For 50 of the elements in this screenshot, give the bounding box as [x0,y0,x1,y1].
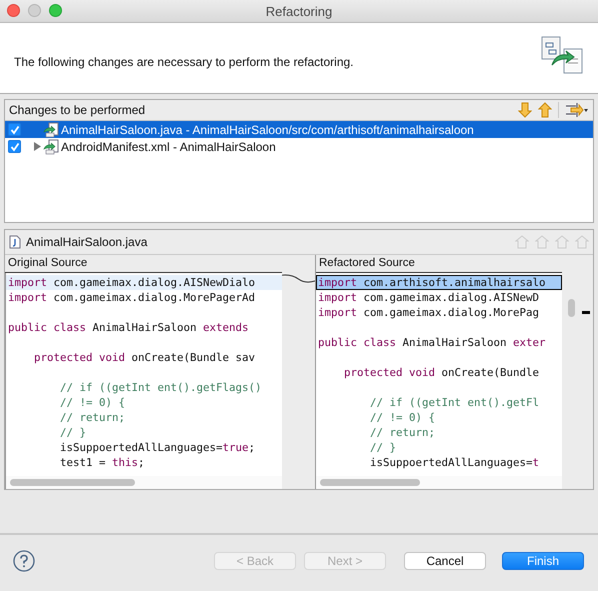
code-line: protected void onCreate(Bundle [343,366,540,379]
scrollbar-thumb[interactable] [568,299,575,317]
code-line: // return; [59,411,126,424]
changes-title: Changes to be performed [9,103,146,117]
scrollbar-thumb[interactable] [320,479,420,486]
minimize-icon[interactable] [28,4,41,17]
scrollbar-thumb[interactable] [10,479,135,486]
code-line: isSuppoertedAllLanguages=t [369,456,540,469]
code-line: // } [369,441,396,454]
file-change-icon [43,138,59,154]
java-file-icon [9,235,21,249]
dialog-button[interactable]: Cancel [404,552,486,570]
source-pane-header: Original Source [5,255,282,273]
code-line: // != 0) { [369,411,436,424]
code-line: public class AnimalHairSaloon extends [8,321,249,334]
zoom-icon[interactable] [49,4,62,17]
navigation-icon[interactable] [555,235,569,249]
code-line: import com.gameimax.dialog.AISNewD [318,291,540,304]
code-line: import com.gameimax.dialog.MorePagerAd [8,291,256,304]
close-icon[interactable] [7,4,20,17]
code-line: import com.arthisoft.animalhairsalo [318,276,546,289]
code-line: public class AnimalHairSaloon exter [318,336,546,349]
help-icon[interactable] [13,550,35,572]
code-line: protected void onCreate(Bundle sav [33,351,256,364]
code-line: test1 = this; [59,456,145,469]
filter-menu-icon[interactable] [565,102,589,118]
header-message: The following changes are necessary to perform the refactoring. [14,55,354,69]
navigation-icon[interactable] [575,235,589,249]
expand-triangle-icon[interactable] [34,142,41,151]
compare-file-name: AnimalHairSaloon.java [26,235,148,249]
navigation-icon[interactable] [535,235,549,249]
code-line: // if ((getInt ent().getFlags() [59,381,262,394]
change-marker [582,311,590,314]
code-line: // != 0) { [59,396,126,409]
code-line: // return; [369,426,436,439]
checkbox[interactable] [8,123,21,136]
change-item[interactable]: AndroidManifest.xml - AnimalHairSaloon [5,138,593,155]
up-arrow-icon[interactable] [538,102,552,118]
code-line: import com.gameimax.dialog.AISNewDialo [8,276,256,289]
code-line: // if ((getInt ent().getFl [369,396,540,409]
code-line: // } [59,426,86,439]
navigation-icon[interactable] [515,235,529,249]
window-title: Refactoring [266,4,332,18]
source-pane-header: Refactored Source [316,255,562,273]
change-item[interactable]: AnimalHairSaloon.java - AnimalHairSaloon/src/com/arthisoft/animalhairsaloon [5,121,593,138]
down-arrow-icon[interactable] [518,102,532,118]
dialog-button[interactable]: Finish [502,552,584,570]
code-line: import com.gameimax.dialog.MorePag [318,306,540,319]
checkbox[interactable] [8,140,21,153]
code-line: isSuppoertedAllLanguages=true; [59,441,256,454]
